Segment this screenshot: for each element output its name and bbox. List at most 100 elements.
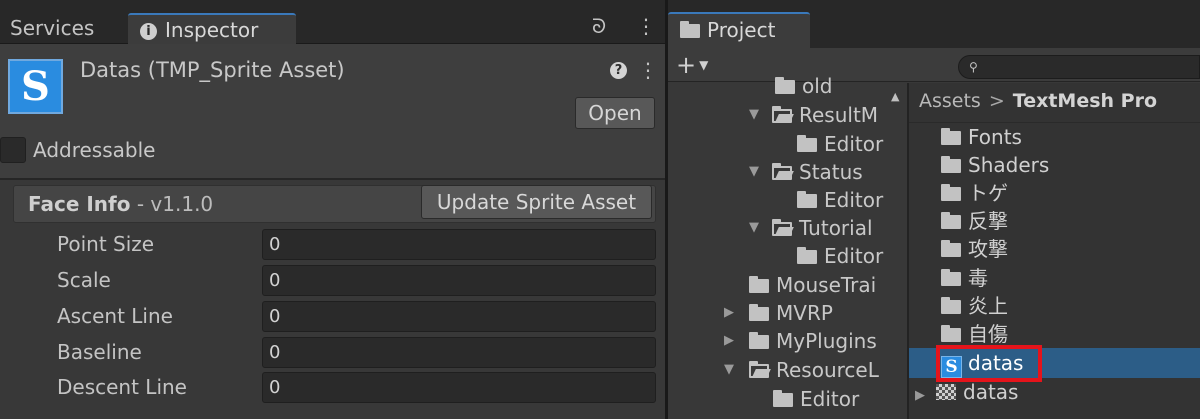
lock-icon[interactable]: ᘐ — [592, 14, 606, 38]
baseline-label: Baseline — [57, 340, 142, 364]
tree-item-myplugins[interactable]: ▶ MyPlugins — [724, 327, 877, 355]
texture-icon — [936, 384, 956, 400]
folder-icon — [797, 135, 817, 152]
tree-item-label: old — [802, 76, 833, 96]
list-item-kougeki[interactable]: 攻撃 — [941, 235, 1008, 263]
plus-icon: + — [676, 51, 697, 79]
create-button[interactable]: + ▼ — [676, 52, 708, 78]
face-info-label: Face Info — [28, 192, 131, 216]
breadcrumb-root[interactable]: Assets — [919, 90, 981, 112]
tab-inspector[interactable]: i Inspector — [128, 13, 296, 44]
folder-icon — [941, 184, 961, 201]
folder-icon — [941, 325, 961, 342]
section-divider — [0, 178, 665, 180]
face-info-version: - v1.1.0 — [130, 192, 214, 216]
help-icon[interactable]: ? — [610, 62, 627, 79]
breadcrumb: Assets > TextMesh Pro — [919, 90, 1157, 112]
tree-item-mousetrai[interactable]: MouseTrai — [749, 271, 876, 299]
point-size-label: Point Size — [57, 232, 155, 256]
collapsed-arrow-icon[interactable]: ▶ — [724, 299, 734, 327]
expanded-arrow-icon[interactable]: ▼ — [749, 158, 759, 186]
tree-item-label: Tutorial — [799, 216, 873, 240]
tree-item-old[interactable]: old — [775, 76, 833, 96]
open-folder-icon — [772, 106, 792, 123]
collapsed-arrow-icon[interactable]: ▶ — [915, 388, 925, 403]
info-icon: i — [140, 23, 157, 40]
sprite-asset-icon: S — [8, 59, 63, 114]
tree-item-label: Status — [799, 160, 863, 184]
list-item-label: 攻撃 — [968, 237, 1008, 261]
open-folder-icon — [772, 163, 792, 180]
tree-item-mvrp[interactable]: ▶ MVRP — [724, 299, 833, 327]
folder-icon — [797, 247, 817, 264]
scale-label: Scale — [57, 268, 111, 292]
tree-item-status[interactable]: ▼ Status — [749, 158, 863, 186]
list-item-hangeki[interactable]: 反撃 — [941, 207, 1008, 235]
list-item-doku[interactable]: 毒 — [941, 264, 988, 292]
face-info-title: Face Info - v1.1.0 — [28, 192, 213, 216]
baseline-field[interactable]: 0 — [262, 337, 656, 368]
scroll-up-arrow-icon[interactable]: ▲ — [891, 90, 899, 103]
list-item-datas-texture[interactable]: ▶ datas — [915, 378, 1018, 406]
sprite-asset-letter: S — [10, 61, 61, 112]
kebab-menu-icon[interactable]: ⋮ — [636, 14, 656, 38]
list-item-label: 炎上 — [968, 294, 1008, 318]
folder-icon — [775, 77, 795, 94]
folder-icon — [941, 240, 961, 257]
descent-line-field[interactable]: 0 — [262, 372, 656, 403]
asset-title: Datas (TMP_Sprite Asset) — [80, 58, 345, 82]
search-input[interactable]: ⚲ — [958, 55, 1200, 79]
scale-field[interactable]: 0 — [262, 265, 656, 296]
open-button[interactable]: Open — [575, 97, 655, 129]
update-sprite-asset-button[interactable]: Update Sprite Asset — [421, 185, 652, 219]
tab-inspector-label: Inspector — [165, 18, 259, 42]
breadcrumb-current[interactable]: TextMesh Pro — [1013, 90, 1157, 112]
tree-item-resourcel[interactable]: ▼ ResourceL — [724, 356, 879, 384]
tab-project[interactable]: Project — [668, 12, 810, 48]
tree-item-editor[interactable]: Editor — [797, 242, 883, 270]
folder-icon — [941, 269, 961, 286]
list-item-enjou[interactable]: 炎上 — [941, 292, 1008, 320]
expanded-arrow-icon[interactable]: ▼ — [724, 356, 734, 384]
expanded-arrow-icon[interactable]: ▼ — [749, 101, 759, 129]
expanded-arrow-icon[interactable]: ▼ — [749, 214, 759, 242]
list-item-shaders[interactable]: Shaders — [941, 151, 1049, 179]
tree-item-label: MVRP — [776, 301, 833, 325]
tree-item-resultm[interactable]: ▼ ResultM — [749, 101, 878, 129]
folder-icon — [941, 297, 961, 314]
tree-item-label: ResourceL — [776, 358, 879, 382]
ascent-line-label: Ascent Line — [57, 304, 173, 328]
point-size-field[interactable]: 0 — [262, 229, 656, 260]
list-item-toge[interactable]: トゲ — [941, 179, 1008, 207]
tree-item-label: Editor — [824, 188, 884, 212]
list-item-label: Shaders — [968, 153, 1050, 177]
tab-services[interactable]: Services — [0, 13, 120, 44]
chevron-down-icon: ▼ — [699, 58, 709, 72]
tree-item-editor[interactable]: Editor — [797, 186, 883, 214]
folder-icon — [749, 276, 769, 293]
search-icon: ⚲ — [969, 60, 978, 74]
list-item-fonts[interactable]: Fonts — [941, 123, 1022, 151]
folder-icon — [797, 191, 817, 208]
collapsed-arrow-icon[interactable]: ▶ — [724, 327, 734, 355]
folder-icon — [749, 332, 769, 349]
list-item-label: Fonts — [968, 125, 1022, 149]
tree-item-label: Editor — [800, 387, 860, 411]
tree-item-editor[interactable]: Editor — [797, 130, 883, 158]
ascent-line-field[interactable]: 0 — [262, 301, 656, 332]
folder-icon — [941, 128, 961, 145]
tree-item-tutorial[interactable]: ▼ Tutorial — [749, 214, 873, 242]
list-item-label: 反撃 — [968, 209, 1008, 233]
tree-item-label: Editor — [824, 244, 884, 268]
tree-item-label: MouseTrai — [776, 273, 877, 297]
list-item-label: トゲ — [968, 181, 1008, 205]
tree-item-editor[interactable]: Editor — [773, 385, 859, 413]
asset-menu-icon[interactable]: ⋮ — [638, 58, 658, 82]
tree-item-label: MyPlugins — [776, 329, 877, 353]
addressable-label: Addressable — [33, 138, 156, 162]
list-item-label: datas — [963, 380, 1019, 404]
addressable-checkbox[interactable] — [0, 137, 26, 163]
folder-icon — [749, 304, 769, 321]
list-item-jishou[interactable]: 自傷 — [941, 320, 1008, 348]
tab-project-label: Project — [707, 18, 776, 42]
